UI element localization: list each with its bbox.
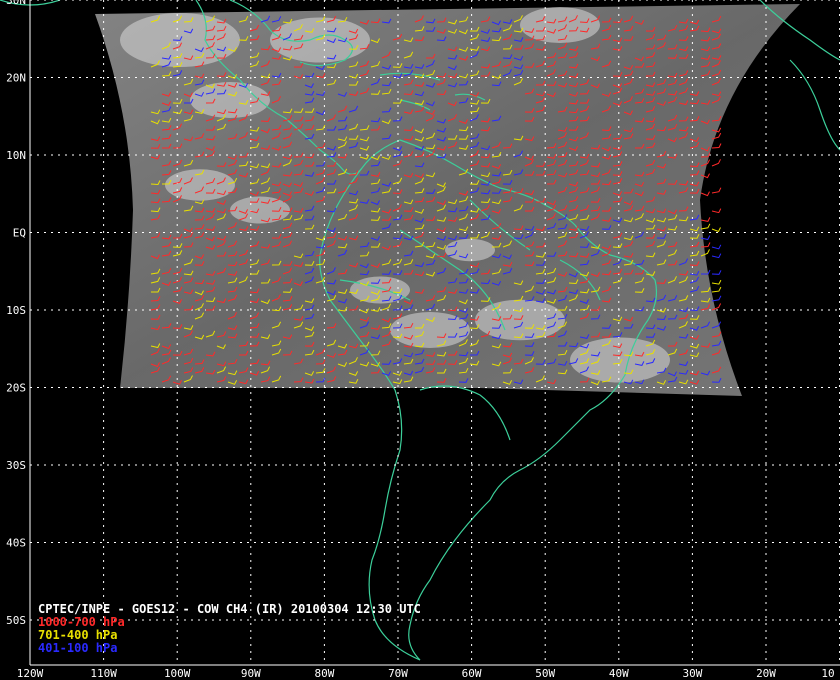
cloud-patch [445,238,495,262]
lat-label: 10N [6,149,26,162]
lat-label: 20N [6,72,26,85]
lon-label: 100W [164,667,191,680]
lon-label: 20W [756,667,776,680]
lon-label: 80W [314,667,334,680]
lon-label: 90W [241,667,261,680]
cloud-patch [570,337,670,383]
legend-entry-high: 401-100 hPa [38,641,118,655]
lat-label: 20S [6,382,26,395]
lon-label: 120W [17,667,44,680]
lat-label: 30N [6,0,26,7]
cloud-patch [520,7,600,43]
lon-label: 110W [90,667,117,680]
lat-label: EQ [13,227,26,240]
lon-label: 40W [609,667,629,680]
lat-label: 30S [6,459,26,472]
lat-label: 50S [6,614,26,627]
cloud-patch [270,17,370,63]
weather-map: 30N 20N 10N EQ 10S 20S 30S 40S 50S 120W 110W 100W 9… [0,0,840,680]
lon-label: 10 [821,667,834,680]
cloud-patch [230,196,290,224]
lon-label: 60W [462,667,482,680]
lat-label: 40S [6,537,26,550]
lon-label: 30W [682,667,702,680]
map-legend: CPTEC/INPE - GOES12 - COW CH4 (IR) 20100… [38,603,421,655]
lat-label: 10S [6,304,26,317]
lon-label: 70W [388,667,408,680]
cloud-patch [390,312,470,348]
lon-label: 50W [535,667,555,680]
